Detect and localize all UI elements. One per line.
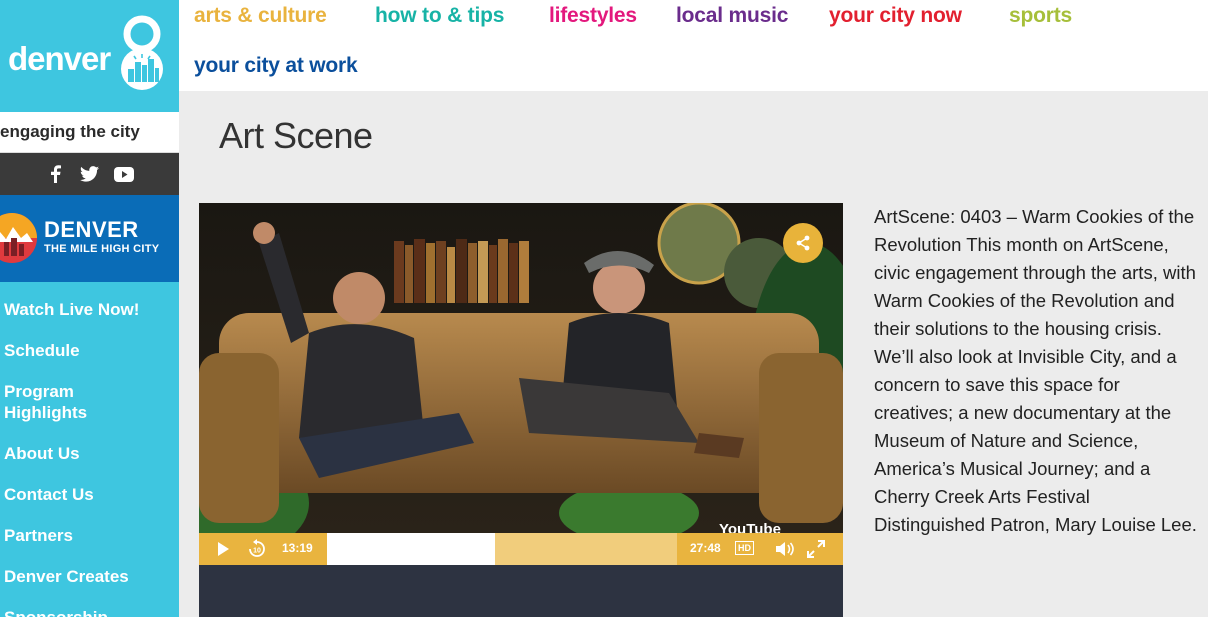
- sidebar-item-denver-creates[interactable]: Denver Creates: [4, 566, 174, 587]
- logo-eight-icon: [121, 15, 163, 90]
- sidebar-item-sponsorship[interactable]: Sponsorship: [4, 607, 174, 617]
- nav-how-to-tips[interactable]: how to & tips: [375, 4, 504, 28]
- share-icon: [796, 235, 810, 251]
- social-links: [0, 153, 179, 195]
- nav-your-city-at-work[interactable]: your city at work: [194, 54, 358, 78]
- facebook-icon[interactable]: [46, 164, 66, 184]
- badge-title: DENVER: [44, 217, 139, 242]
- nav-lifestyles[interactable]: lifestyles: [549, 4, 637, 28]
- current-time: 13:19: [282, 541, 313, 555]
- video-frame[interactable]: [199, 203, 843, 533]
- sidebar: denver engaging the city DENVER THE MILE…: [0, 0, 179, 617]
- top-nav: arts & culture how to & tips lifestyles …: [179, 0, 1208, 91]
- badge-subtitle: THE MILE HIGH CITY: [44, 243, 160, 255]
- sidebar-item-schedule[interactable]: Schedule: [4, 340, 174, 361]
- sidebar-item-partners[interactable]: Partners: [4, 525, 174, 546]
- denver8-logo[interactable]: denver: [0, 0, 179, 112]
- denver-city-badge[interactable]: DENVER THE MILE HIGH CITY: [0, 195, 179, 282]
- nav-local-music[interactable]: local music: [676, 4, 788, 28]
- main-content: Art Scene YouTube 10 13:19 27:48 HD ArtS…: [179, 91, 1208, 617]
- progress-played: [327, 533, 495, 565]
- replay-10-icon[interactable]: 10: [247, 539, 267, 559]
- share-button[interactable]: [783, 223, 823, 263]
- video-player[interactable]: YouTube 10 13:19 27:48 HD: [199, 203, 843, 617]
- denver-emblem-icon: [0, 213, 37, 263]
- sidebar-item-about-us[interactable]: About Us: [4, 443, 174, 464]
- tagline-text: engaging the city: [0, 122, 140, 141]
- sidebar-item-contact-us[interactable]: Contact Us: [4, 484, 174, 505]
- nav-arts-culture[interactable]: arts & culture: [194, 4, 327, 28]
- volume-icon[interactable]: [775, 540, 795, 558]
- sidebar-item-watch-live[interactable]: Watch Live Now!: [4, 299, 174, 320]
- sidebar-item-program-highlights[interactable]: Program Highlights: [4, 381, 124, 423]
- duration: 27:48: [690, 541, 721, 555]
- page-title: Art Scene: [219, 115, 373, 156]
- fullscreen-icon[interactable]: [807, 540, 825, 558]
- progress-bar[interactable]: [327, 533, 677, 565]
- twitter-icon[interactable]: [80, 164, 100, 184]
- tagline-bar: engaging the city: [0, 112, 179, 153]
- play-icon[interactable]: [215, 541, 231, 557]
- episode-description: ArtScene: 0403 – Warm Cookies of the Rev…: [874, 206, 1197, 535]
- nav-sports[interactable]: sports: [1009, 4, 1072, 28]
- logo-text: denver: [8, 40, 111, 77]
- youtube-icon[interactable]: [113, 164, 134, 184]
- hd-toggle[interactable]: HD: [735, 541, 754, 555]
- nav-your-city-now[interactable]: your city now: [829, 4, 962, 28]
- svg-text:10: 10: [253, 548, 261, 555]
- player-controls: 10 13:19 27:48 HD: [199, 533, 843, 565]
